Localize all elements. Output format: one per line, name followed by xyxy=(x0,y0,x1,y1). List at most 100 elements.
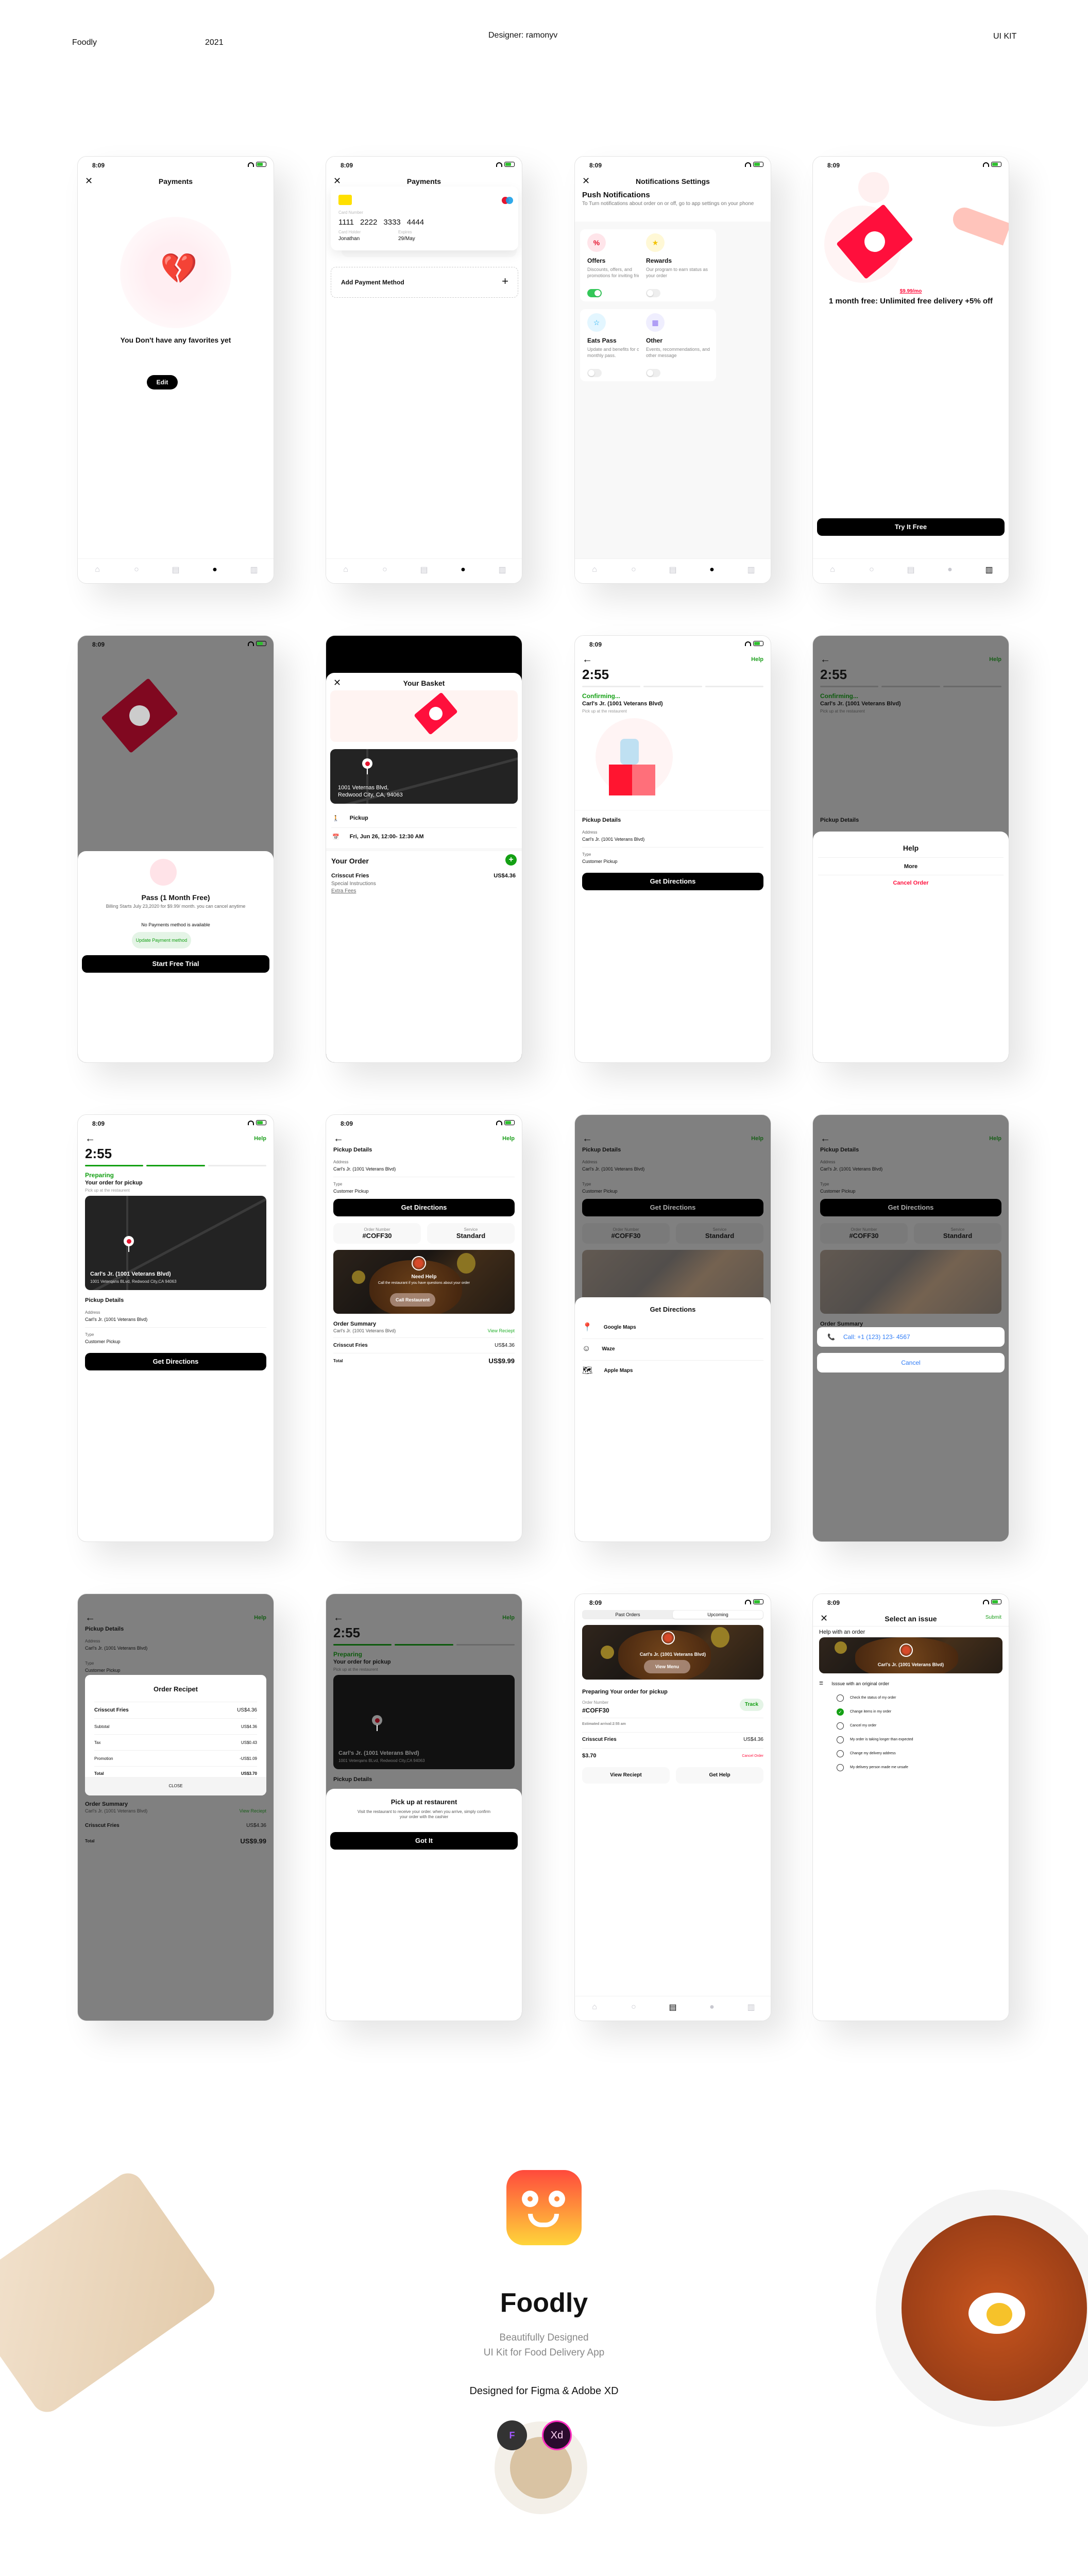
back-arrow-icon[interactable]: ← xyxy=(333,1133,344,1144)
close-receipt-button[interactable]: CLOSE xyxy=(85,1777,266,1795)
screen-basket: ✕ Your Basket 1001 Veternas Blvd, Redwood… xyxy=(326,635,522,1063)
tab-home-icon[interactable]: ⌂ xyxy=(341,565,350,574)
back-arrow-icon[interactable]: ← xyxy=(820,1133,830,1144)
try-it-free-button[interactable]: Try It Free xyxy=(817,518,1005,536)
help-link[interactable]: Help xyxy=(502,1615,515,1621)
tab-home-icon[interactable]: ⌂ xyxy=(828,565,837,574)
payment-card[interactable]: Card Number 1111 2222 3333 4444 Card Holder… xyxy=(331,187,518,250)
tab-pass-icon[interactable]: ▥ xyxy=(984,565,994,574)
tab-profile-icon[interactable]: ● xyxy=(210,565,219,574)
more-option[interactable]: More xyxy=(813,863,1009,870)
view-receipt-button[interactable]: View Reciept xyxy=(582,1767,670,1784)
schedule-row[interactable]: 📅 Fri, Jun 26, 12:00- 12:30 AM xyxy=(332,829,516,844)
get-directions-button[interactable]: Get Directions xyxy=(582,873,763,890)
help-link[interactable]: Help xyxy=(254,1615,266,1621)
tab-upcoming[interactable]: Upcoming xyxy=(673,1611,763,1619)
order-summary-heading: Order Summary xyxy=(333,1321,377,1327)
tab-search-icon[interactable]: ○ xyxy=(132,565,141,574)
back-arrow-icon[interactable]: ← xyxy=(582,654,592,665)
tab-profile-icon[interactable]: ● xyxy=(707,2003,717,2012)
start-free-trial-button[interactable]: Start Free Trial xyxy=(82,955,269,973)
card-description: Events, recommendations, and other messa… xyxy=(646,347,710,358)
track-button[interactable]: Track xyxy=(740,1699,763,1711)
tab-orders-icon[interactable]: ▤ xyxy=(171,565,180,574)
pickup-map[interactable]: Carl's Jr. (1001 Veterans Blvd) 1001 Vet… xyxy=(85,1196,266,1290)
got-it-button[interactable]: Got It xyxy=(330,1832,518,1850)
help-link[interactable]: Help xyxy=(989,656,1001,663)
waze-option[interactable]: ☺ Waze xyxy=(582,1340,763,1358)
rewards-toggle[interactable] xyxy=(646,289,660,297)
other-toggle[interactable] xyxy=(646,369,660,377)
help-link[interactable]: Help xyxy=(751,1136,763,1142)
extra-fees-link[interactable]: Extra Fees xyxy=(331,888,356,894)
cancel-call-button[interactable]: Cancel xyxy=(817,1353,1005,1372)
radio-button[interactable] xyxy=(837,1722,844,1730)
tab-home-icon[interactable]: ⌂ xyxy=(590,565,599,574)
issue-option[interactable]: My order is taking longer than expected xyxy=(837,1733,913,1747)
add-payment-method-button[interactable]: Add Payment Method + xyxy=(331,267,518,298)
tab-profile-icon[interactable]: ● xyxy=(707,565,717,574)
get-directions-button[interactable]: Get Directions xyxy=(85,1353,266,1370)
get-help-button[interactable]: Get Help xyxy=(676,1767,763,1784)
tab-profile-icon[interactable]: ● xyxy=(458,565,468,574)
tab-profile-icon[interactable]: ● xyxy=(945,565,955,574)
radio-button-checked[interactable]: ✓ xyxy=(837,1708,844,1716)
update-payment-button[interactable]: Update Payment method xyxy=(132,932,191,948)
help-link[interactable]: Help xyxy=(989,1136,1001,1142)
card-title: Eats Pass xyxy=(587,337,617,344)
view-receipt-link[interactable]: View Reciept xyxy=(240,1808,266,1814)
tab-past-orders[interactable]: Past Orders xyxy=(583,1611,673,1619)
google-maps-option[interactable]: 📍 Google Maps xyxy=(582,1318,763,1336)
issue-option[interactable]: Check the status of my order xyxy=(837,1691,913,1705)
tab-search-icon[interactable]: ○ xyxy=(629,565,638,574)
edit-button[interactable]: Edit xyxy=(147,375,178,389)
issue-option[interactable]: Change my delivery address xyxy=(837,1747,913,1760)
submit-button[interactable]: Submit xyxy=(985,1615,1001,1620)
get-directions-button[interactable]: Get Directions xyxy=(333,1199,515,1216)
tab-search-icon[interactable]: ○ xyxy=(629,2003,638,2012)
tab-orders-icon[interactable]: ▤ xyxy=(419,565,429,574)
help-link[interactable]: Help xyxy=(502,1136,515,1142)
view-receipt-link[interactable]: View Reciept xyxy=(488,1328,515,1333)
radio-button[interactable] xyxy=(837,1764,844,1771)
back-arrow-icon[interactable]: ← xyxy=(333,1613,344,1623)
special-instructions-link[interactable]: Special Instructions xyxy=(331,881,376,887)
tab-orders-icon[interactable]: ▤ xyxy=(668,565,677,574)
pickup-map[interactable]: 1001 Veternas Blvd, Redwood City, CA, 940… xyxy=(330,749,518,804)
back-arrow-icon[interactable]: ← xyxy=(820,654,830,665)
get-directions-button[interactable]: Get Directions xyxy=(820,1199,1001,1216)
back-arrow-icon[interactable]: ← xyxy=(582,1133,592,1144)
radio-button[interactable] xyxy=(837,1694,844,1702)
get-directions-button[interactable]: Get Directions xyxy=(582,1199,763,1216)
radio-button[interactable] xyxy=(837,1736,844,1743)
tab-pass-icon[interactable]: ▥ xyxy=(746,565,756,574)
offers-toggle[interactable] xyxy=(587,289,602,297)
issue-option[interactable]: My delivery person made me unsafe xyxy=(837,1760,913,1774)
back-arrow-icon[interactable]: ← xyxy=(85,1133,95,1144)
tab-home-icon[interactable]: ⌂ xyxy=(93,565,102,574)
tab-search-icon[interactable]: ○ xyxy=(380,565,389,574)
cancel-order-link[interactable]: Cancel Order xyxy=(742,1754,763,1758)
issue-option[interactable]: Cancel my order xyxy=(837,1719,913,1733)
tab-pass-icon[interactable]: ▥ xyxy=(498,565,507,574)
radio-button[interactable] xyxy=(837,1750,844,1757)
tab-orders-icon[interactable]: ▤ xyxy=(668,2003,677,2012)
eats-pass-toggle[interactable] xyxy=(587,369,602,377)
call-phone-button[interactable]: 📞 Call: +1 (123) 123- 4567 xyxy=(817,1327,1005,1347)
pass-banner[interactable] xyxy=(330,690,518,742)
tab-pass-icon[interactable]: ▥ xyxy=(746,2003,756,2012)
add-item-button[interactable]: + xyxy=(505,854,517,866)
tab-pass-icon[interactable]: ▥ xyxy=(249,565,259,574)
cancel-order-option[interactable]: Cancel Order xyxy=(813,880,1009,886)
view-menu-button[interactable]: View Menu xyxy=(644,1660,690,1673)
tab-home-icon[interactable]: ⌂ xyxy=(590,2003,599,2012)
call-restaurant-button[interactable]: Call Restaurent xyxy=(390,1293,435,1307)
tab-orders-icon[interactable]: ▤ xyxy=(906,565,915,574)
help-link[interactable]: Help xyxy=(751,656,763,663)
apple-maps-option[interactable]: 🗺 Apple Maps xyxy=(582,1361,763,1380)
pickup-row[interactable]: 🚶 Pickup xyxy=(332,811,516,825)
issue-option[interactable]: ✓ Change items in my order xyxy=(837,1705,913,1719)
back-arrow-icon[interactable]: ← xyxy=(85,1613,95,1623)
help-link[interactable]: Help xyxy=(254,1136,266,1142)
tab-search-icon[interactable]: ○ xyxy=(867,565,876,574)
